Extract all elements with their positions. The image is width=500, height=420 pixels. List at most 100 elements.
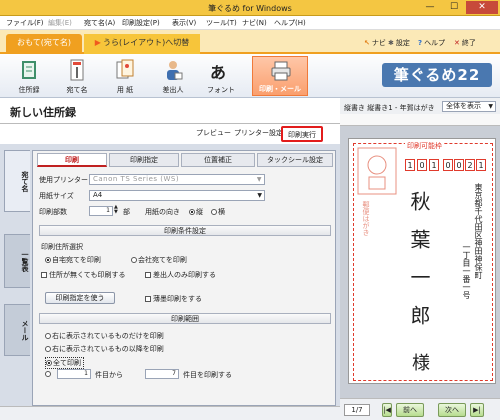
range-to-unit: 件目を印刷する bbox=[183, 371, 232, 379]
sender-only-checkbox[interactable]: 差出人のみ印刷する bbox=[145, 270, 216, 280]
orient-landscape-label: 横 bbox=[218, 208, 225, 216]
paper-size-label: 用紙サイズ bbox=[39, 192, 74, 200]
pointer-icon: ↖ bbox=[364, 39, 370, 47]
print-mail-button[interactable]: 印刷・メール bbox=[252, 56, 308, 96]
addr-company-radio[interactable]: 会社宛てを印刷 bbox=[131, 255, 187, 265]
range-section-header: 印刷範囲 bbox=[39, 313, 331, 324]
paper-label: 用 紙 bbox=[116, 86, 134, 94]
printable-frame-label: 印刷可能枠 bbox=[405, 141, 444, 151]
print-execute-button[interactable]: 印刷実行 bbox=[281, 126, 323, 142]
close-button[interactable]: ✕ bbox=[466, 1, 498, 14]
tab-print-spec[interactable]: 印刷指定 bbox=[109, 153, 179, 167]
range-right-after-label: 右に表示されているもの以降を印刷 bbox=[52, 345, 164, 353]
menu-view[interactable]: 表示(V) bbox=[172, 18, 196, 28]
tab-mail[interactable]: メール bbox=[4, 304, 30, 356]
preview-button[interactable]: プレビュー bbox=[196, 128, 231, 138]
paper-icon bbox=[116, 59, 134, 79]
copies-input[interactable]: 1 bbox=[89, 206, 113, 216]
tab-address[interactable]: 宛て名 bbox=[4, 150, 30, 212]
paper-size-value: A4 bbox=[93, 191, 103, 199]
address-book-header: 新しい住所録 bbox=[0, 98, 340, 124]
addr-home-radio[interactable]: 自宅宛てを印刷 bbox=[45, 255, 101, 265]
copies-stepper[interactable]: ▲ ▼ bbox=[114, 205, 118, 215]
light-print-checkbox[interactable]: 薄墨印刷をする bbox=[145, 294, 202, 304]
page-indicator: 1/7 bbox=[344, 404, 370, 416]
cross-icon: ✕ bbox=[454, 39, 460, 47]
zip-digit: 2 bbox=[465, 159, 475, 171]
exit-label: 終了 bbox=[461, 39, 476, 47]
next-page-button[interactable]: 次へ bbox=[438, 403, 466, 417]
menu-address[interactable]: 宛て名(A) bbox=[84, 18, 115, 28]
light-print-label: 薄墨印刷をする bbox=[153, 295, 202, 303]
tab-print[interactable]: 印刷 bbox=[37, 153, 107, 167]
stamp-text: 郵便はがき bbox=[362, 201, 370, 236]
next-page-label: 次へ bbox=[445, 406, 459, 414]
range-all-radio[interactable]: 全て印刷 bbox=[45, 357, 84, 369]
address-name-button[interactable]: 宛て名 bbox=[54, 56, 100, 96]
preview-header: 縦書き 縦書き1 - 年賀はがき 全体を表示 ▼ bbox=[340, 98, 500, 114]
range-right-after-radio[interactable]: 右に表示されているもの以降を印刷 bbox=[45, 344, 164, 354]
menu-file[interactable]: ファイル(F) bbox=[6, 18, 44, 28]
app-logo: 筆ぐるめ22 bbox=[382, 63, 492, 87]
gear-icon: ✱ bbox=[388, 39, 394, 47]
navi-label: ナビ bbox=[371, 39, 386, 47]
zoom-select[interactable]: 全体を表示 ▼ bbox=[442, 101, 496, 112]
addr-home-label: 自宅宛てを印刷 bbox=[52, 256, 101, 264]
question-icon: ? bbox=[418, 39, 423, 47]
orient-portrait-radio[interactable]: 縦 bbox=[189, 207, 203, 217]
tab-tack-seal[interactable]: タックシール設定 bbox=[257, 153, 333, 167]
help-label: ヘルプ bbox=[424, 39, 446, 47]
switch-to-back-tab[interactable]: ▶ うら(レイアウト)へ切替 bbox=[84, 34, 200, 54]
menu-edit[interactable]: 編集(E) bbox=[48, 18, 72, 28]
exit-button[interactable]: ✕ 終了 bbox=[454, 38, 476, 48]
range-right-only-radio[interactable]: 右に表示されているものだけを印刷 bbox=[45, 331, 164, 341]
range-to-input[interactable]: 7 bbox=[145, 369, 179, 379]
sender-button[interactable]: 差出人 bbox=[150, 56, 196, 96]
printer-select[interactable]: Canon TS Series (WS) ▼ bbox=[89, 174, 265, 185]
paper-size-select[interactable]: A4 ▼ bbox=[89, 190, 265, 201]
printer-settings-button[interactable]: プリンター設定 bbox=[234, 128, 283, 138]
front-mode-tab[interactable]: おもて(宛て名) bbox=[6, 34, 82, 54]
chevron-down-icon: ▼ bbox=[256, 176, 262, 183]
menu-help[interactable]: ヘルプ(H) bbox=[274, 18, 306, 28]
minimize-button[interactable]: — bbox=[418, 1, 442, 14]
help-button[interactable]: ? ヘルプ bbox=[418, 38, 445, 48]
svg-text:あ: あ bbox=[210, 63, 226, 81]
range-from-input[interactable]: 1 bbox=[57, 369, 91, 379]
first-page-button[interactable]: |◀ bbox=[382, 403, 392, 417]
navi-button[interactable]: ↖ ナビ bbox=[364, 38, 386, 48]
printer-label: 使用プリンター bbox=[39, 176, 88, 184]
postcard-preview: 印刷可能枠 1 0 1 0 0 2 1 東京都千代田区神田神保町 一丁目一番一号… bbox=[348, 138, 496, 384]
orient-portrait-label: 縦 bbox=[196, 208, 203, 216]
no-address-label: 住所が無くても印刷する bbox=[49, 271, 126, 279]
checkbox-icon bbox=[145, 272, 151, 278]
menu-tools[interactable]: ツール(T) bbox=[206, 18, 237, 28]
address-book-button[interactable]: 住所録 bbox=[6, 56, 52, 96]
first-page-icon: |◀ bbox=[383, 406, 391, 414]
new-year-stamp-icon bbox=[357, 147, 397, 195]
settings-button[interactable]: ✱ 設定 bbox=[388, 38, 410, 48]
last-page-button[interactable]: ▶| bbox=[470, 403, 484, 417]
page-title: 新しい住所録 bbox=[10, 106, 76, 119]
tab-list[interactable]: 一覧表 bbox=[4, 234, 30, 288]
menu-navi[interactable]: ナビ(N) bbox=[242, 18, 267, 28]
prev-page-label: 前へ bbox=[403, 406, 417, 414]
layout-label: 縦書き 縦書き1 - 年賀はがき bbox=[344, 104, 435, 112]
paper-button[interactable]: 用 紙 bbox=[102, 56, 148, 96]
maximize-button[interactable]: ☐ bbox=[442, 1, 466, 14]
font-button[interactable]: あ フォント bbox=[198, 56, 244, 96]
prev-page-button[interactable]: 前へ bbox=[396, 403, 424, 417]
printer-value: Canon TS Series (WS) bbox=[93, 175, 180, 183]
font-label: フォント bbox=[207, 86, 235, 94]
tab-position[interactable]: 位置補正 bbox=[181, 153, 255, 167]
orient-landscape-radio[interactable]: 横 bbox=[211, 207, 225, 217]
radio-off-icon bbox=[45, 333, 51, 339]
print-dialog: 印刷 印刷指定 位置補正 タックシール設定 使用プリンター Canon TS S… bbox=[32, 150, 336, 406]
checkbox-icon bbox=[145, 296, 151, 302]
print-mail-label: 印刷・メール bbox=[259, 85, 301, 93]
print-spec-button[interactable]: 印刷指定を使う bbox=[45, 292, 115, 304]
copies-unit: 部 bbox=[123, 208, 130, 216]
menu-print-settings[interactable]: 印刷設定(P) bbox=[122, 18, 160, 28]
range-from-to-radio[interactable] bbox=[45, 370, 52, 378]
no-address-checkbox[interactable]: 住所が無くても印刷する bbox=[41, 270, 125, 280]
